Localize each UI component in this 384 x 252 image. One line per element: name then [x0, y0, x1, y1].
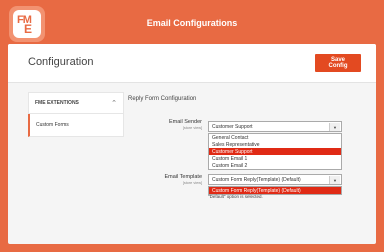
email-sender-label: Email Sender [168, 119, 202, 125]
config-sidebar: FME EXTENTIONS ⌃ Custom Forms [28, 92, 124, 137]
config-form: Reply Form Configuration Email Sender [s… [128, 94, 368, 244]
email-sender-value: Customer Support [212, 123, 253, 130]
app-title: Email Configurations [146, 18, 238, 28]
sidebar-item-custom-forms[interactable]: Custom Forms [28, 114, 124, 137]
email-sender-option[interactable]: Sales Representative [209, 141, 341, 148]
dropdown-arrow-icon[interactable]: ▼ [329, 176, 340, 184]
admin-panel: Configuration Save Config FME EXTENTIONS… [8, 44, 376, 244]
top-bar: FM E Email Configurations [0, 0, 384, 44]
sidebar-item-label: Custom Forms [36, 122, 69, 128]
section-title: Reply Form Configuration [128, 96, 197, 102]
email-sender-option-selected[interactable]: Customer Support [209, 148, 341, 155]
email-sender-options[interactable]: General Contact Sales Representative Cus… [208, 133, 342, 170]
page-title: Configuration [28, 56, 94, 68]
email-sender-option[interactable]: Custom Email 2 [209, 162, 341, 169]
save-config-button[interactable]: Save Config [315, 54, 361, 72]
email-template-note: "Default" option is selected. [208, 194, 263, 199]
sidebar-section-fme-extentions[interactable]: FME EXTENTIONS ⌃ [28, 92, 124, 114]
dropdown-arrow-icon[interactable]: ▼ [329, 123, 340, 131]
email-template-value: Custom Form Reply(Template) (Default) [212, 176, 301, 183]
page-header: Configuration Save Config [8, 44, 376, 83]
chevron-up-icon: ⌃ [111, 100, 117, 107]
email-sender-option[interactable]: General Contact [209, 134, 341, 141]
email-template-option-selected[interactable]: Custom Form Reply(Template) (Default) [209, 187, 341, 194]
email-template-label: Email Template [164, 174, 203, 180]
email-sender-select[interactable]: Customer Support ▼ [208, 121, 342, 132]
email-template-select[interactable]: Custom Form Reply(Template) (Default) ▼ [208, 174, 342, 185]
email-template-scope: [store view] [182, 181, 202, 185]
sidebar-section-label: FME EXTENTIONS [35, 100, 79, 106]
email-sender-scope: [store view] [182, 126, 202, 130]
email-sender-option[interactable]: Custom Email 1 [209, 155, 341, 162]
